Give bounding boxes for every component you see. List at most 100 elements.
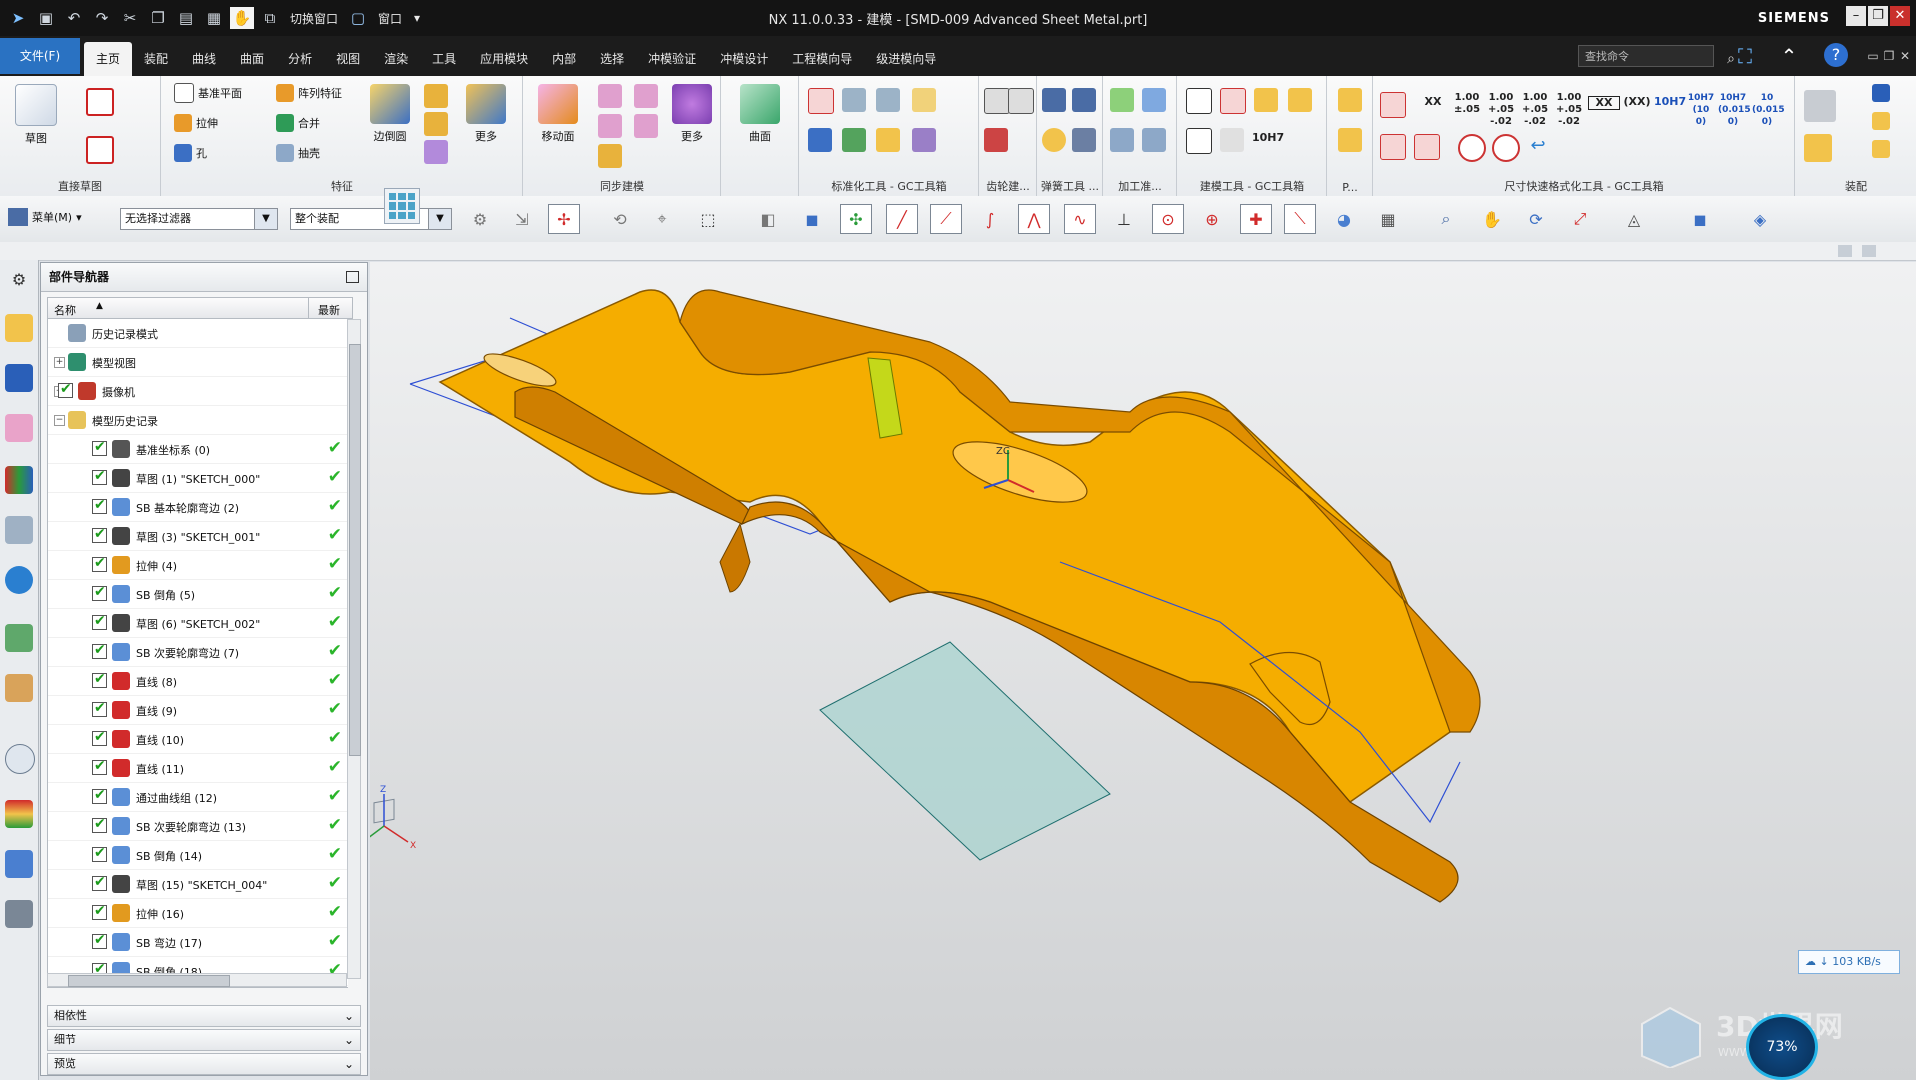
assembly-tool-5-icon[interactable] — [1872, 140, 1890, 158]
machining-4-icon[interactable] — [1142, 128, 1166, 152]
snap-curve-icon[interactable]: ∫ — [974, 204, 1006, 234]
diameter-icon[interactable] — [1458, 134, 1486, 162]
tree-node[interactable]: 拉伸 (16) ✔ — [48, 899, 348, 928]
tree-node[interactable]: SB 倒角 (5) ✔ — [48, 580, 348, 609]
tab-mold-wizard[interactable]: 工程模向导 — [780, 42, 864, 76]
snap-face-icon[interactable]: ◕ — [1328, 204, 1360, 234]
filter-settings-icon[interactable]: ⚙ — [464, 204, 496, 234]
view-layout-icon[interactable] — [1838, 245, 1852, 257]
window-menu-button[interactable]: 窗口 — [374, 10, 406, 27]
gc-tool-8-icon[interactable] — [912, 128, 936, 152]
latest-column-header[interactable]: 最新 — [318, 302, 340, 318]
undo-icon[interactable]: ↶ — [62, 7, 86, 29]
sheet-metal-model[interactable]: ZC — [370, 262, 1916, 1080]
offset-region-icon[interactable] — [634, 84, 658, 108]
shell-button[interactable]: 抽壳 — [276, 142, 320, 164]
tree-node[interactable]: SB 倒角 (14) ✔ — [48, 841, 348, 870]
menu-button[interactable]: 菜单(M) ▾ — [8, 208, 82, 226]
p-tool-1-icon[interactable] — [1338, 88, 1362, 112]
visibility-checkbox[interactable] — [92, 497, 107, 514]
modeling-tool-5-icon[interactable] — [1186, 128, 1212, 154]
edit-section-icon[interactable]: ◈ — [1744, 204, 1776, 234]
snap-intersection-icon[interactable]: ✚ — [1240, 204, 1272, 234]
assembly-tool-2-icon[interactable] — [1872, 84, 1890, 102]
dim-fit-3-icon[interactable]: 10H7 (0.015 0) — [1718, 92, 1751, 128]
visibility-checkbox[interactable] — [58, 381, 73, 398]
expand-icon[interactable]: + — [54, 357, 65, 368]
tab-assembly[interactable]: 装配 — [132, 42, 180, 76]
tab-progressive-die-wizard[interactable]: 级进模向导 — [864, 42, 948, 76]
zoom-icon[interactable]: ⤢ — [1564, 204, 1596, 234]
dim-box-xx-icon[interactable]: XX — [1588, 96, 1620, 110]
constraint-navigator-icon[interactable] — [5, 364, 33, 392]
snap-center-icon[interactable]: ⊙ — [1152, 204, 1184, 234]
snap-grid-icon[interactable]: ▦ — [1372, 204, 1404, 234]
gc-tool-5-icon[interactable] — [808, 128, 832, 152]
child-close-icon[interactable]: ✕ — [1892, 43, 1916, 69]
tab-selection[interactable]: 选择 — [588, 42, 636, 76]
tree-node[interactable]: 基准坐标系 (0) ✔ — [48, 435, 348, 464]
solid-view-icon[interactable]: ◼ — [796, 204, 828, 234]
fit-view-icon[interactable]: ⌕ — [1430, 204, 1462, 234]
gc-tool-2-icon[interactable] — [842, 88, 866, 112]
assembly-tool-1-icon[interactable] — [1804, 90, 1836, 122]
visibility-checkbox[interactable] — [92, 526, 107, 543]
dim-xx-icon[interactable]: XX — [1418, 96, 1448, 108]
dim-tol-2-icon[interactable]: 1.00 +.05 -.02 — [1486, 92, 1516, 128]
gc-tool-1-icon[interactable] — [808, 88, 834, 114]
cut-icon[interactable]: ✂ — [118, 7, 142, 29]
tab-render[interactable]: 渲染 — [372, 42, 420, 76]
name-column-header[interactable]: 名称 — [54, 302, 76, 318]
switch-window-icon[interactable]: ⧉ — [258, 7, 282, 29]
offset-icon[interactable] — [424, 140, 448, 164]
tree-node[interactable]: 草图 (6) "SKETCH_002" ✔ — [48, 609, 348, 638]
web-browser-icon[interactable] — [5, 624, 33, 652]
dim-fit-1-icon[interactable]: 10H7 — [1654, 96, 1686, 108]
reuse-library-icon[interactable] — [5, 466, 33, 494]
history-palette-icon[interactable] — [5, 674, 33, 702]
edge-blend-button[interactable]: 边倒圆 — [362, 84, 418, 144]
feature-more-button[interactable]: 更多 — [458, 84, 514, 144]
hole-button[interactable]: 孔 — [174, 142, 207, 164]
diameter-2-icon[interactable] — [1492, 134, 1520, 162]
tree-node[interactable]: SB 次要轮廓弯边 (7) ✔ — [48, 638, 348, 667]
spring-icon[interactable] — [1042, 88, 1066, 112]
gc-tool-3-icon[interactable] — [876, 88, 900, 112]
tab-home[interactable]: 主页 — [84, 42, 133, 76]
visibility-checkbox[interactable] — [92, 932, 107, 949]
machining-1-icon[interactable] — [1110, 88, 1134, 112]
dim-tool-2-icon[interactable] — [1380, 134, 1406, 160]
snap-on-curve-icon[interactable]: ⟍ — [1284, 204, 1316, 234]
history-clock-icon[interactable] — [5, 744, 35, 774]
fullscreen-icon[interactable]: ⛶ — [1732, 43, 1758, 69]
view-manager-icon[interactable] — [5, 516, 33, 544]
tree-node[interactable]: 直线 (10) ✔ — [48, 725, 348, 754]
snap-midpoint-icon[interactable]: ⟋ — [930, 204, 962, 234]
tree-node[interactable]: 直线 (8) ✔ — [48, 667, 348, 696]
resource-settings-icon[interactable]: ⚙ — [5, 266, 33, 294]
snap-quadrant-icon[interactable]: ⊕ — [1196, 204, 1228, 234]
visibility-checkbox[interactable] — [92, 874, 107, 891]
move-face-button[interactable]: 移动面 — [530, 84, 586, 144]
gc-tool-6-icon[interactable] — [842, 128, 866, 152]
spring-2-icon[interactable] — [1072, 88, 1096, 112]
unite-button[interactable]: 合并 — [276, 112, 320, 134]
restore-button[interactable]: ❐ — [1868, 6, 1888, 26]
rectangle-select-icon[interactable]: ⬚ — [692, 204, 724, 234]
p-tool-2-icon[interactable] — [1338, 128, 1362, 152]
switch-window-button[interactable]: 切换窗口 — [286, 10, 342, 27]
datum-plane[interactable] — [819, 641, 1111, 861]
filter-reset-icon[interactable]: ⇲ — [506, 204, 538, 234]
tab-surface[interactable]: 曲面 — [228, 42, 276, 76]
tab-internal[interactable]: 内部 — [540, 42, 588, 76]
visibility-checkbox[interactable] — [92, 758, 107, 775]
revert-icon[interactable]: ↩ — [1526, 134, 1550, 158]
tree-node[interactable]: SB 基本轮廓弯边 (2) ✔ — [48, 493, 348, 522]
tree-node[interactable]: 草图 (1) "SKETCH_000" ✔ — [48, 464, 348, 493]
tree-node[interactable]: − 模型历史记录 — [48, 406, 348, 435]
preview-panel[interactable]: 预览 ⌄ — [47, 1053, 361, 1075]
select-icon[interactable]: ⌖ — [646, 204, 678, 234]
machining-2-icon[interactable] — [1142, 88, 1166, 112]
copy-icon[interactable]: ❐ — [146, 7, 170, 29]
sync-more-button[interactable]: 更多 — [664, 84, 720, 144]
